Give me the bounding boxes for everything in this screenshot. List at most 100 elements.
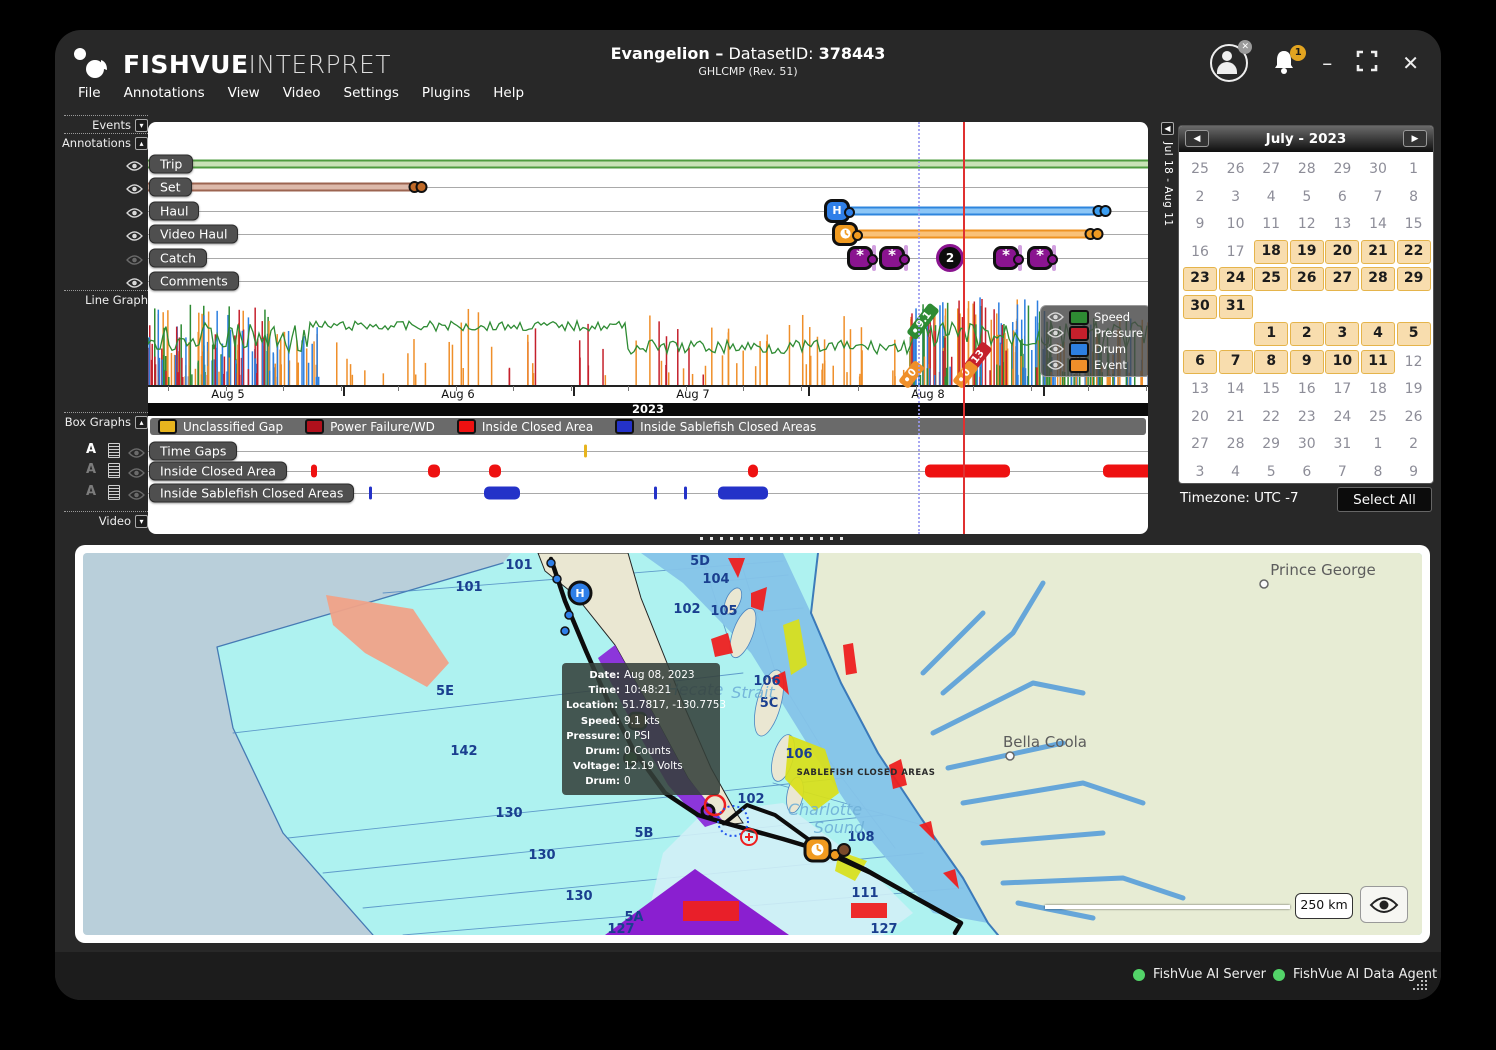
select-all-button[interactable]: Select All: [1337, 487, 1432, 512]
calendar-day-july[interactable]: 1: [1397, 157, 1431, 181]
eye-toggle-event[interactable]: [1047, 356, 1064, 375]
fullscreen-button[interactable]: [1356, 50, 1378, 76]
catch-marker[interactable]: *: [993, 246, 1019, 270]
calendar-day-july[interactable]: 30: [1183, 295, 1217, 319]
catch-cluster-marker[interactable]: 2: [936, 244, 964, 272]
calendar-day-aug[interactable]: 1: [1254, 322, 1288, 346]
calendar-day-aug[interactable]: 3: [1325, 322, 1359, 346]
calendar-day-july[interactable]: 30: [1361, 157, 1395, 181]
calendar-day-july[interactable]: 29: [1325, 157, 1359, 181]
annotate-button[interactable]: A: [86, 442, 96, 457]
calendar-day-aug[interactable]: 14: [1219, 377, 1253, 401]
calendar-day-aug[interactable]: 15: [1254, 377, 1288, 401]
calendar-day-july[interactable]: 3: [1219, 185, 1253, 209]
track-label-comments[interactable]: Comments: [149, 272, 239, 291]
calendar-day-july[interactable]: 27: [1254, 157, 1288, 181]
track-end-marker[interactable]: [1093, 205, 1112, 217]
calendar-day-aug[interactable]: 22: [1254, 405, 1288, 429]
calendar-day-aug[interactable]: 5: [1397, 322, 1431, 346]
calendar-day-aug[interactable]: 7: [1219, 350, 1253, 374]
calendar-day-july[interactable]: 28: [1361, 267, 1395, 291]
calendar-day-july[interactable]: 10: [1219, 212, 1253, 236]
calendar-day-aug[interactable]: 1: [1361, 432, 1395, 456]
calendar-day-july[interactable]: 27: [1325, 267, 1359, 291]
calendar-day-aug[interactable]: 20: [1183, 405, 1217, 429]
calendar-day-july[interactable]: 21: [1361, 240, 1395, 264]
close-button[interactable]: ✕: [1402, 53, 1419, 73]
menu-item-settings[interactable]: Settings: [344, 85, 399, 101]
sidebar-video-toggle-button[interactable]: ▾: [135, 515, 148, 528]
calendar-day-july[interactable]: 14: [1361, 212, 1395, 236]
calendar-day-july[interactable]: 4: [1254, 185, 1288, 209]
calendar-prev-button[interactable]: ◀: [1185, 130, 1209, 147]
minimize-button[interactable]: –: [1322, 53, 1332, 73]
menu-item-video[interactable]: Video: [283, 85, 321, 101]
line-graph[interactable]: [148, 292, 1148, 385]
calendar-day-aug[interactable]: 8: [1254, 350, 1288, 374]
calendar-next-button[interactable]: ▶: [1403, 130, 1427, 147]
calendar-day-aug[interactable]: 26: [1397, 405, 1431, 429]
map-visibility-button[interactable]: [1360, 886, 1408, 923]
calendar-day-aug[interactable]: 10: [1325, 350, 1359, 374]
calendar-day-july[interactable]: 17: [1219, 240, 1253, 264]
playhead-line[interactable]: [963, 122, 965, 534]
calendar-day-aug[interactable]: 2: [1290, 322, 1324, 346]
calendar-day-aug[interactable]: 3: [1183, 460, 1217, 484]
calendar-day-aug[interactable]: 5: [1254, 460, 1288, 484]
calendar-day-july[interactable]: 31: [1219, 295, 1253, 319]
calendar-day-july[interactable]: 25: [1183, 157, 1217, 181]
calendar-day-aug[interactable]: 6: [1290, 460, 1324, 484]
calendar-day-aug[interactable]: 8: [1361, 460, 1395, 484]
calendar-day-aug[interactable]: 9: [1290, 350, 1324, 374]
track-end-marker[interactable]: [409, 181, 428, 193]
calendar-day-aug[interactable]: 2: [1397, 432, 1431, 456]
track-label-trip[interactable]: Trip: [149, 155, 193, 174]
eye-toggle-set[interactable]: [126, 180, 143, 199]
eye-toggle-box-row[interactable]: [128, 464, 145, 483]
track-badge-video-haul[interactable]: [832, 222, 858, 246]
calendar-day-july[interactable]: 24: [1219, 267, 1253, 291]
user-avatar-icon[interactable]: ✕: [1210, 44, 1248, 82]
calendar-day-july[interactable]: 12: [1290, 212, 1324, 236]
calendar-day-aug[interactable]: 4: [1361, 322, 1395, 346]
calendar-day-aug[interactable]: 30: [1290, 432, 1324, 456]
track-badge-haul[interactable]: H: [824, 199, 850, 223]
calendar-day-july[interactable]: 16: [1183, 240, 1217, 264]
calendar-collapse-button[interactable]: ◀: [1161, 122, 1174, 135]
eye-toggle-catch[interactable]: [126, 251, 143, 270]
calendar-day-july[interactable]: 28: [1290, 157, 1324, 181]
catch-marker[interactable]: *: [1027, 246, 1053, 270]
menu-item-help[interactable]: Help: [493, 85, 524, 101]
calendar-day-aug[interactable]: 27: [1183, 432, 1217, 456]
calendar-day-july[interactable]: 26: [1219, 157, 1253, 181]
calendar-day-july[interactable]: 29: [1397, 267, 1431, 291]
calendar-day-july[interactable]: 20: [1325, 240, 1359, 264]
notification-bell-icon[interactable]: 1: [1272, 49, 1298, 77]
calendar-day-aug[interactable]: 12: [1397, 350, 1431, 374]
calendar-day-aug[interactable]: 31: [1325, 432, 1359, 456]
eye-toggle-box-row[interactable]: [128, 486, 145, 505]
menu-item-plugins[interactable]: Plugins: [422, 85, 470, 101]
calendar-day-aug[interactable]: 25: [1361, 405, 1395, 429]
sidebar-box-graphs-toggle-button[interactable]: ▴: [135, 416, 148, 429]
box-row-label-inside-sablefish-closed-areas[interactable]: Inside Sablefish Closed Areas: [149, 484, 354, 503]
calendar-day-july[interactable]: 22: [1397, 240, 1431, 264]
calendar-day-july[interactable]: 19: [1290, 240, 1324, 264]
calendar-day-aug[interactable]: 16: [1290, 377, 1324, 401]
eye-toggle-video-haul[interactable]: [126, 227, 143, 246]
calendar-day-aug[interactable]: 18: [1361, 377, 1395, 401]
calendar-day-july[interactable]: 26: [1290, 267, 1324, 291]
calendar-day-july[interactable]: 23: [1183, 267, 1217, 291]
calendar-day-aug[interactable]: 9: [1397, 460, 1431, 484]
calendar-day-july[interactable]: 5: [1290, 185, 1324, 209]
eye-toggle-trip[interactable]: [126, 157, 143, 176]
track-end-marker[interactable]: [1085, 228, 1104, 240]
track-label-set[interactable]: Set: [149, 178, 192, 197]
calendar-day-aug[interactable]: 6: [1183, 350, 1217, 374]
calendar-day-aug[interactable]: 4: [1219, 460, 1253, 484]
menu-item-file[interactable]: File: [78, 85, 101, 101]
timeline-panel[interactable]: TripSetHHaulVideo Haul****2CatchComments…: [148, 122, 1148, 534]
calendar-day-july[interactable]: 7: [1361, 185, 1395, 209]
calendar-day-aug[interactable]: 19: [1397, 377, 1431, 401]
calendar-day-aug[interactable]: 11: [1361, 350, 1395, 374]
